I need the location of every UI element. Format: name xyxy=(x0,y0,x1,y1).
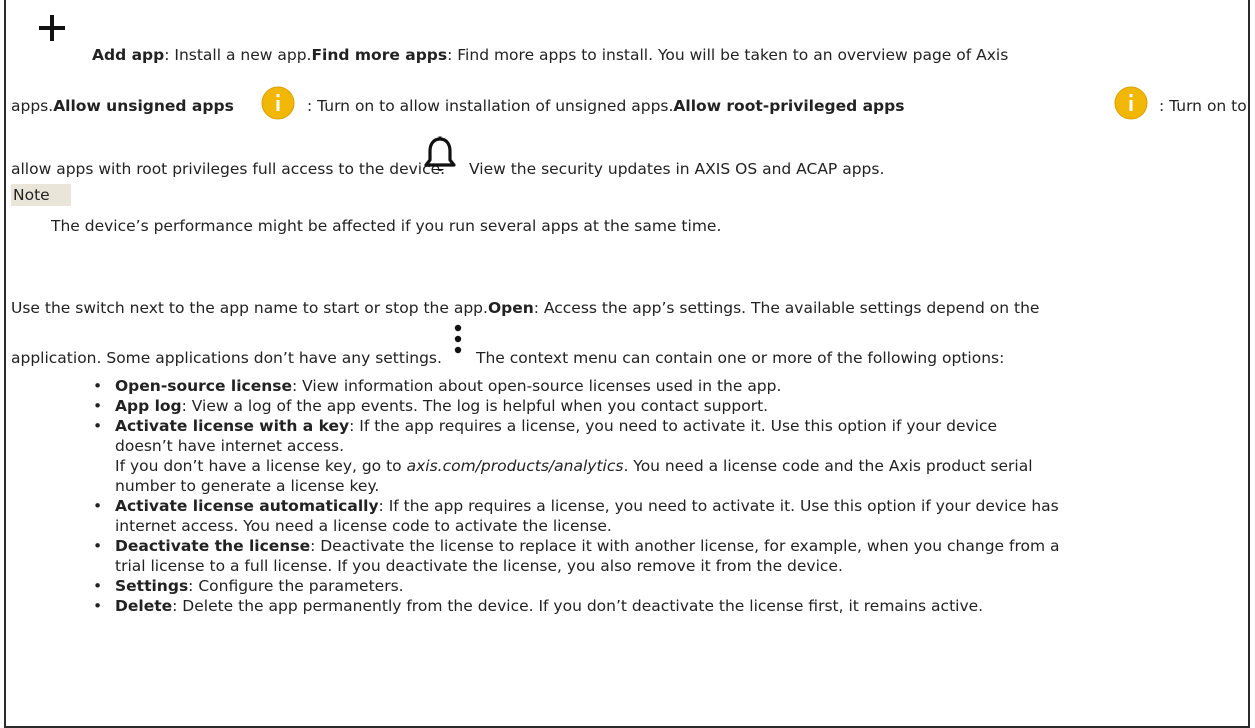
apps-text: apps. xyxy=(11,97,54,115)
option-label: App log xyxy=(115,397,182,415)
allow-root-text: : Turn on to xyxy=(1159,97,1247,115)
note-text: The device’s performance might be affect… xyxy=(51,217,722,235)
list-item: • App log: View a log of the app events. … xyxy=(90,396,1180,416)
info-icon[interactable] xyxy=(260,85,296,121)
bullet: • xyxy=(93,597,103,615)
option-text: : If the app requires a license, you nee… xyxy=(349,417,998,435)
find-more-apps-text: : Find more apps to install. You will be… xyxy=(447,46,1009,64)
options-list: • Open-source license: View information a… xyxy=(90,376,1180,616)
bullet: • xyxy=(93,537,103,555)
context-menu-text: The context menu can contain one or more… xyxy=(476,349,1005,367)
add-app-label: Add app xyxy=(92,46,165,64)
switch-text: Use the switch next to the app name to s… xyxy=(11,299,488,317)
option-text-cont: internet access. You need a license code… xyxy=(115,517,612,535)
allow-unsigned-label: Allow unsigned apps xyxy=(53,97,234,115)
add-app-text: : Install a new app. xyxy=(164,46,312,64)
context-menu-line: The context menu can contain one or more… xyxy=(476,348,1004,368)
info-icon[interactable] xyxy=(1113,85,1149,121)
top-line-1: Add app: Install a new app.Find more app… xyxy=(92,45,1008,65)
option-text-cont: trial license to a full license. If you … xyxy=(115,557,843,575)
license-key-line: If you don’t have a license key, go to a… xyxy=(115,456,1180,476)
security-text: View the security updates in AXIS OS and… xyxy=(469,160,885,178)
option-label: Delete xyxy=(115,597,173,615)
option-label: Activate license automatically xyxy=(115,497,379,515)
top-line-2c: : Turn on to xyxy=(1159,96,1247,116)
top-line-2b: : Turn on to allow installation of unsig… xyxy=(307,96,904,116)
list-item: • Delete: Delete the app permanently from… xyxy=(90,596,1180,616)
option-label: Activate license with a key xyxy=(115,417,350,435)
kebab-icon[interactable] xyxy=(452,323,464,359)
option-text: : Deactivate the license to replace it w… xyxy=(310,537,1060,555)
bell-icon[interactable] xyxy=(423,136,457,174)
find-more-apps-label: Find more apps xyxy=(311,46,448,64)
option-label: Settings xyxy=(115,577,189,595)
switch-line-2: application. Some applications don’t hav… xyxy=(11,348,442,368)
root-access-text: allow apps with root privileges full acc… xyxy=(11,160,446,178)
list-item: • Settings: Configure the parameters. xyxy=(90,576,1180,596)
list-item: • Activate license with a key: If the app… xyxy=(90,416,1180,496)
top-line-3: allow apps with root privileges full acc… xyxy=(11,159,445,179)
document-page: Add app: Install a new app.Find more app… xyxy=(0,0,1255,728)
note-label: Note xyxy=(13,186,50,204)
license-key-line-2: number to generate a license key. xyxy=(115,477,380,495)
option-text: : If the app requires a license, you nee… xyxy=(378,497,1059,515)
security-line: View the security updates in AXIS OS and… xyxy=(469,159,884,179)
bullet: • xyxy=(93,397,103,415)
option-text: : Configure the parameters. xyxy=(188,577,404,595)
list-item: • Open-source license: View information a… xyxy=(90,376,1180,396)
bullet: • xyxy=(93,417,103,435)
bullet: • xyxy=(93,377,103,395)
switch-line-1: Use the switch next to the app name to s… xyxy=(11,298,1039,318)
option-label: Deactivate the license xyxy=(115,537,311,555)
list-item: • Activate license automatically: If the … xyxy=(90,496,1180,536)
bullet: • xyxy=(93,577,103,595)
option-text-cont: doesn’t have internet access. xyxy=(115,437,345,455)
top-line-2: apps.Allow unsigned apps xyxy=(11,96,234,116)
settings-text: application. Some applications don’t hav… xyxy=(11,349,442,367)
license-key-post: . You need a license code and the Axis p… xyxy=(623,457,1033,475)
allow-root-label: Allow root-privileged apps xyxy=(673,97,905,115)
option-text: : Delete the app permanently from the de… xyxy=(172,597,984,615)
open-text: : Access the app’s settings. The availab… xyxy=(533,299,1040,317)
allow-unsigned-text: : Turn on to allow installation of unsig… xyxy=(307,97,674,115)
option-text: : View information about open-source lic… xyxy=(292,377,782,395)
open-label: Open xyxy=(487,299,534,317)
analytics-link[interactable]: axis.com/products/analytics xyxy=(407,457,624,475)
option-text: : View a log of the app events. The log … xyxy=(181,397,769,415)
license-key-pre: If you don’t have a license key, go to xyxy=(115,457,407,475)
bullet: • xyxy=(93,497,103,515)
plus-icon[interactable] xyxy=(37,13,67,43)
list-item: • Deactivate the license: Deactivate the … xyxy=(90,536,1180,576)
option-label: Open-source license xyxy=(115,377,293,395)
